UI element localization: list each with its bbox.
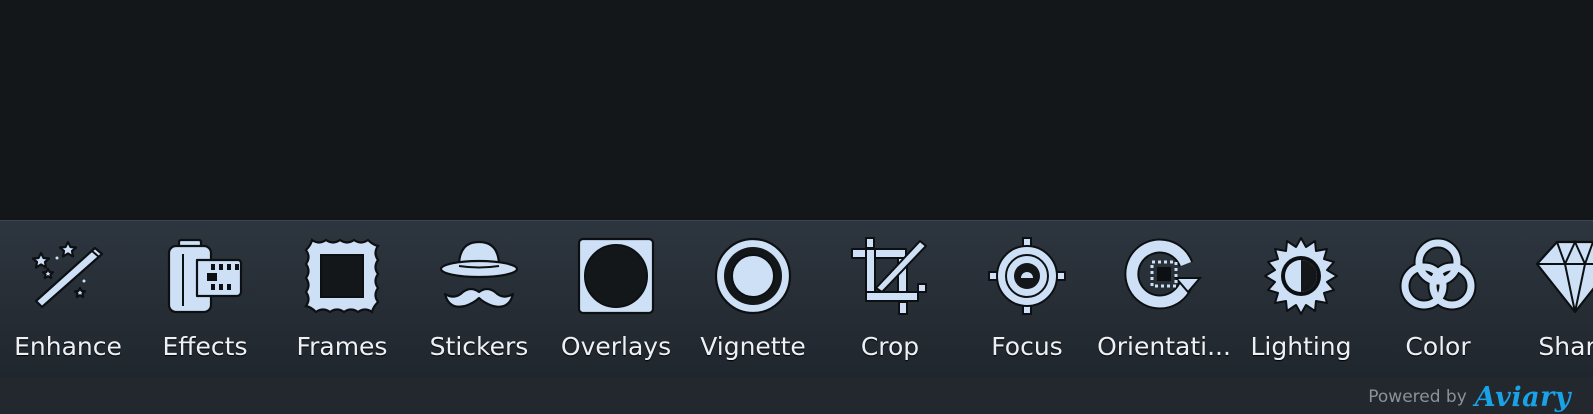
vignette-icon	[713, 236, 793, 316]
tool-crop[interactable]: Crop	[825, 221, 955, 378]
tool-orientation[interactable]: Orientati...	[1097, 221, 1231, 378]
footer-bar: Powered by Aviary	[0, 378, 1593, 414]
hat-mustache-icon	[439, 236, 519, 316]
tool-effects[interactable]: Effects	[140, 221, 270, 378]
powered-by-text: Powered by	[1368, 387, 1467, 407]
brand-logo[interactable]: Aviary	[1475, 382, 1571, 413]
tools-toolbar: Enhance Effects Frames Stickers Overlays…	[0, 220, 1593, 379]
film-roll-icon	[165, 236, 245, 316]
color-circles-icon	[1398, 236, 1478, 316]
image-canvas	[0, 0, 1593, 220]
magic-wand-icon	[28, 236, 108, 316]
powered-by: Powered by Aviary	[1368, 382, 1571, 413]
tool-lighting[interactable]: Lighting	[1236, 221, 1366, 378]
overlay-icon	[576, 236, 656, 316]
tool-label: Sharp	[1538, 332, 1593, 361]
tool-sharpness[interactable]: Sharp	[1510, 221, 1593, 378]
sun-icon	[1261, 236, 1341, 316]
tool-vignette[interactable]: Vignette	[688, 221, 818, 378]
frame-icon	[302, 236, 382, 316]
crop-icon	[850, 236, 930, 316]
tool-overlays[interactable]: Overlays	[551, 221, 681, 378]
tool-enhance[interactable]: Enhance	[3, 221, 133, 378]
tool-stickers[interactable]: Stickers	[414, 221, 544, 378]
tool-frames[interactable]: Frames	[277, 221, 407, 378]
focus-icon	[987, 236, 1067, 316]
diamond-icon	[1535, 236, 1593, 316]
rotate-icon	[1124, 236, 1204, 316]
tool-focus[interactable]: Focus	[962, 221, 1092, 378]
tool-color[interactable]: Color	[1373, 221, 1503, 378]
